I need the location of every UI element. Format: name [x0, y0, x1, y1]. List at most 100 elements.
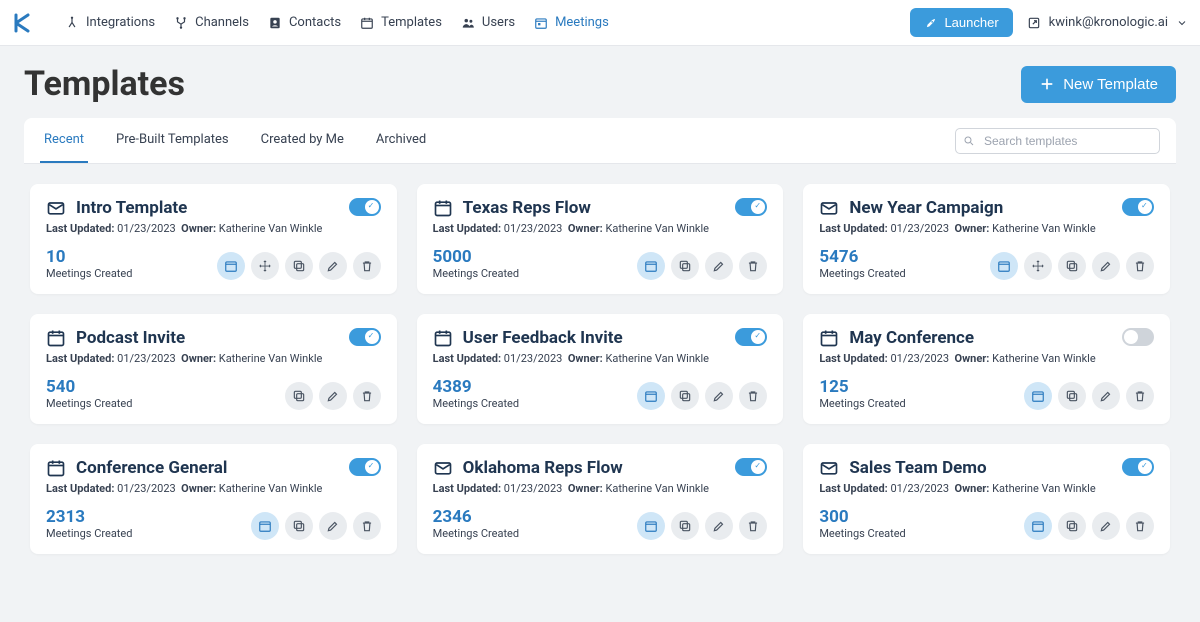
mail-icon — [46, 198, 66, 218]
schedule-button[interactable] — [637, 252, 665, 280]
template-meta: Last Updated: 01/23/2023 Owner: Katherin… — [433, 482, 768, 495]
schedule-button[interactable] — [637, 512, 665, 540]
enable-toggle[interactable] — [735, 458, 767, 476]
edit-button[interactable] — [705, 512, 733, 540]
launcher-label: Launcher — [944, 15, 998, 30]
user-email: kwink@kronologic.ai — [1049, 15, 1168, 30]
tab-prebuilt[interactable]: Pre-Built Templates — [112, 118, 233, 163]
card-actions — [251, 512, 381, 540]
chevron-down-icon — [1176, 17, 1188, 29]
nav-templates[interactable]: Templates — [359, 15, 442, 31]
tab-recent[interactable]: Recent — [40, 118, 88, 163]
calendar-icon — [433, 328, 453, 348]
edit-button[interactable] — [1092, 382, 1120, 410]
template-meta: Last Updated: 01/23/2023 Owner: Katherin… — [46, 352, 381, 365]
copy-button[interactable] — [1058, 382, 1086, 410]
nav-users[interactable]: Users — [460, 15, 515, 31]
tab-archived[interactable]: Archived — [372, 118, 430, 163]
delete-button[interactable] — [739, 252, 767, 280]
nav-label: Users — [482, 15, 515, 30]
edit-button[interactable] — [705, 252, 733, 280]
templates-grid: Intro TemplateLast Updated: 01/23/2023 O… — [24, 164, 1176, 560]
move-button[interactable] — [251, 252, 279, 280]
template-title: Oklahoma Reps Flow — [463, 458, 623, 478]
delete-button[interactable] — [353, 252, 381, 280]
launcher-button[interactable]: Launcher — [910, 8, 1012, 37]
delete-button[interactable] — [1126, 512, 1154, 540]
template-meta: Last Updated: 01/23/2023 Owner: Katherin… — [433, 222, 768, 235]
template-meta: Last Updated: 01/23/2023 Owner: Katherin… — [46, 222, 381, 235]
enable-toggle[interactable] — [349, 328, 381, 346]
enable-toggle[interactable] — [1122, 198, 1154, 216]
nav-contacts[interactable]: Contacts — [267, 15, 341, 31]
template-card: New Year CampaignLast Updated: 01/23/202… — [803, 184, 1170, 294]
nav-label: Integrations — [86, 15, 155, 30]
delete-button[interactable] — [739, 382, 767, 410]
copy-button[interactable] — [1058, 512, 1086, 540]
template-card: Podcast InviteLast Updated: 01/23/2023 O… — [30, 314, 397, 424]
template-title: Sales Team Demo — [849, 458, 986, 478]
tab-bar: Recent Pre-Built Templates Created by Me… — [24, 118, 1176, 164]
nav-label: Channels — [195, 15, 249, 30]
meetings-count: 4389 — [433, 377, 519, 397]
enable-toggle[interactable] — [1122, 458, 1154, 476]
edit-button[interactable] — [1092, 512, 1120, 540]
copy-button[interactable] — [1058, 252, 1086, 280]
schedule-button[interactable] — [217, 252, 245, 280]
copy-button[interactable] — [671, 512, 699, 540]
template-meta: Last Updated: 01/23/2023 Owner: Katherin… — [433, 352, 768, 365]
edit-button[interactable] — [319, 252, 347, 280]
template-card: May ConferenceLast Updated: 01/23/2023 O… — [803, 314, 1170, 424]
calendar-icon — [46, 328, 66, 348]
edit-button[interactable] — [319, 512, 347, 540]
template-card: Conference GeneralLast Updated: 01/23/20… — [30, 444, 397, 554]
enable-toggle[interactable] — [1122, 328, 1154, 346]
schedule-button[interactable] — [637, 382, 665, 410]
meetings-count: 2346 — [433, 507, 519, 527]
enable-toggle[interactable] — [735, 198, 767, 216]
nav-integrations[interactable]: Integrations — [64, 15, 155, 31]
enable-toggle[interactable] — [349, 198, 381, 216]
delete-button[interactable] — [353, 512, 381, 540]
card-actions — [637, 512, 767, 540]
enable-toggle[interactable] — [735, 328, 767, 346]
schedule-button[interactable] — [1024, 382, 1052, 410]
tab-created-by-me[interactable]: Created by Me — [257, 118, 348, 163]
edit-button[interactable] — [705, 382, 733, 410]
delete-button[interactable] — [739, 512, 767, 540]
delete-button[interactable] — [353, 382, 381, 410]
delete-button[interactable] — [1126, 382, 1154, 410]
mail-icon — [433, 458, 453, 478]
new-template-button[interactable]: New Template — [1021, 66, 1176, 103]
template-meta: Last Updated: 01/23/2023 Owner: Katherin… — [819, 482, 1154, 495]
search-icon — [963, 135, 975, 147]
copy-button[interactable] — [671, 382, 699, 410]
delete-button[interactable] — [1126, 252, 1154, 280]
card-actions — [637, 252, 767, 280]
meetings-count: 125 — [819, 377, 905, 397]
copy-button[interactable] — [285, 252, 313, 280]
users-icon — [460, 15, 476, 31]
plus-icon — [1039, 76, 1055, 92]
copy-button[interactable] — [285, 512, 313, 540]
schedule-button[interactable] — [251, 512, 279, 540]
top-nav: Integrations Channels Contacts Templates… — [0, 0, 1200, 46]
edit-button[interactable] — [319, 382, 347, 410]
search-input[interactable] — [955, 128, 1160, 154]
edit-button[interactable] — [1092, 252, 1120, 280]
copy-button[interactable] — [285, 382, 313, 410]
nav-channels[interactable]: Channels — [173, 15, 249, 31]
enable-toggle[interactable] — [349, 458, 381, 476]
schedule-button[interactable] — [1024, 512, 1052, 540]
template-card: Sales Team Demo Last Updated: 01/23/2023 … — [803, 444, 1170, 554]
template-card: User Feedback InviteLast Updated: 01/23/… — [417, 314, 784, 424]
meetings-count: 2313 — [46, 507, 132, 527]
user-menu[interactable]: kwink@kronologic.ai — [1027, 15, 1188, 30]
nav-meetings[interactable]: Meetings — [533, 15, 609, 31]
meetings-label: Meetings Created — [819, 527, 905, 540]
schedule-button[interactable] — [990, 252, 1018, 280]
move-button[interactable] — [1024, 252, 1052, 280]
rocket-icon — [924, 16, 938, 30]
calendar-date-icon — [533, 15, 549, 31]
copy-button[interactable] — [671, 252, 699, 280]
